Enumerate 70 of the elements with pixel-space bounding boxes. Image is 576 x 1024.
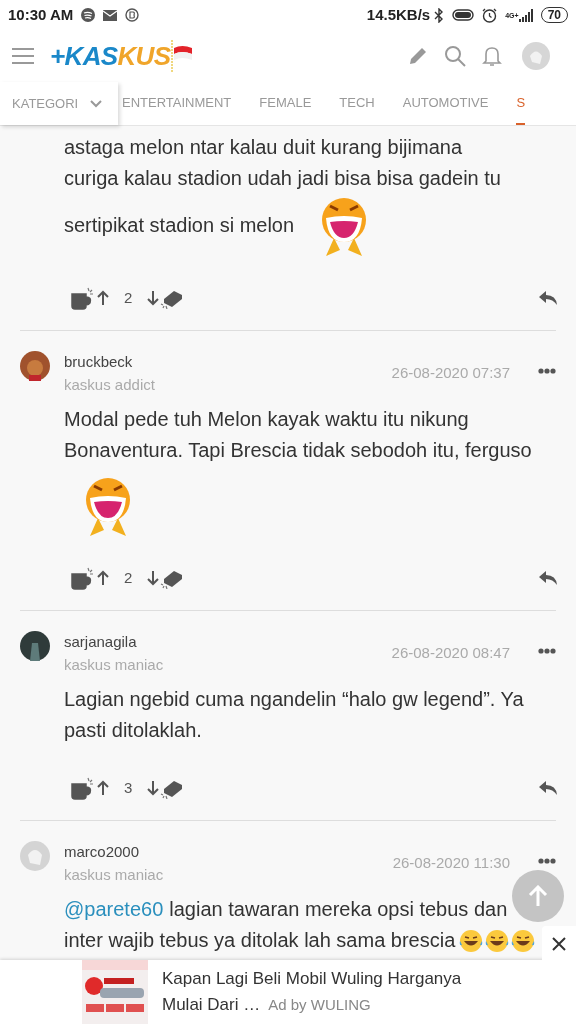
upvote-arrow-icon[interactable] xyxy=(96,570,110,586)
more-options-icon[interactable] xyxy=(538,368,556,374)
post-text-line: sertipikat stadion si melon xyxy=(64,212,295,238)
category-tab[interactable]: S xyxy=(516,82,526,125)
post-text-line: Bonaventura. Tapi Brescia tidak sebodoh itu, ferguso xyxy=(64,438,532,463)
status-time: 10:30 AM xyxy=(8,4,74,25)
post-text-line: astaga melon ntar kalau duit kurang bijimana xyxy=(64,135,463,160)
user-rank: kaskus maniac xyxy=(64,864,164,885)
search-icon[interactable] xyxy=(444,45,466,67)
laughing-emoji-icon xyxy=(485,928,510,953)
alarm-icon xyxy=(482,7,498,23)
laughing-emoji-icon xyxy=(511,928,536,953)
signal-icon xyxy=(518,8,533,22)
chevron-down-icon xyxy=(90,99,103,108)
more-options-icon[interactable] xyxy=(538,858,556,864)
post-date: 26-08-2020 07:37 xyxy=(391,363,510,383)
vote-count: 3 xyxy=(124,777,133,798)
cup-icon[interactable] xyxy=(70,776,96,800)
reply-icon[interactable] xyxy=(538,290,558,306)
downvote-arrow-icon[interactable] xyxy=(146,290,161,306)
ad-banner[interactable]: Kapan Lagi Beli Mobil Wuling Harganya Mulai Dari … Ad by WULING xyxy=(0,960,576,1024)
reply-icon[interactable] xyxy=(538,570,558,586)
category-tab[interactable]: ENTERTAINMENT xyxy=(122,82,232,125)
post-text-line: lagian tawaran mereka opsi tebus dan xyxy=(169,897,508,922)
vote-count: 2 xyxy=(124,287,133,308)
post-text-line: Modal pede tuh Melon kayak waktu itu nikung xyxy=(64,407,469,432)
more-options-icon[interactable] xyxy=(538,648,556,654)
avatar-icon[interactable] xyxy=(20,351,50,381)
category-tab[interactable]: AUTOMOTIVE xyxy=(402,82,489,125)
reply-icon[interactable] xyxy=(538,780,558,796)
downvote-arrow-icon[interactable] xyxy=(146,780,161,796)
upvote-arrow-icon[interactable] xyxy=(96,290,110,306)
vote-count: 2 xyxy=(124,567,133,588)
arrow-up-icon xyxy=(528,885,548,907)
user-rank: kaskus maniac xyxy=(64,654,164,675)
post-text-line: inter wajib tebus ya ditolak lah sama brescia xyxy=(64,928,456,953)
laughing-emoji-icon xyxy=(459,928,484,953)
category-tab[interactable]: FEMALE xyxy=(259,82,312,125)
bluetooth-icon xyxy=(434,7,445,23)
cup-icon[interactable] xyxy=(70,286,96,310)
category-dropdown[interactable]: KATEGORI xyxy=(0,82,118,125)
close-icon xyxy=(552,937,566,951)
close-ad-button[interactable] xyxy=(542,926,576,962)
ad-title[interactable]: Kapan Lagi Beli Mobil Wuling Harganya xyxy=(162,966,462,992)
music-app-icon xyxy=(81,8,96,22)
bell-icon[interactable] xyxy=(482,45,502,67)
post-date: 26-08-2020 08:47 xyxy=(391,643,510,663)
downvote-arrow-icon[interactable] xyxy=(146,570,161,586)
post-text-line: Lagian ngebid cuma ngandelin “halo gw legend”. Ya xyxy=(64,687,524,712)
category-tab[interactable]: TECH xyxy=(339,82,375,125)
avatar-icon[interactable] xyxy=(20,631,50,661)
upvote-arrow-icon[interactable] xyxy=(96,780,110,796)
post-date: 26-08-2020 11:30 xyxy=(392,853,510,873)
toggle-icon xyxy=(452,9,475,21)
username[interactable]: sarjanagila xyxy=(64,631,164,654)
user-rank: kaskus addict xyxy=(64,374,155,395)
post-text-line: pasti ditolaklah. xyxy=(64,718,202,743)
username[interactable]: bruckbeck xyxy=(64,351,155,374)
username[interactable]: marco2000 xyxy=(64,841,164,864)
pencil-icon[interactable] xyxy=(408,46,428,66)
menu-icon[interactable] xyxy=(12,47,34,65)
network-speed: 14.5KB/s xyxy=(366,4,431,25)
ad-source: Ad by WULING xyxy=(268,995,371,1015)
mail-icon xyxy=(103,9,118,21)
cup-icon[interactable] xyxy=(70,566,96,590)
post-text-line: curiga kalau stadion udah jadi bisa bisa gadein tu xyxy=(64,166,501,191)
chat-app-icon xyxy=(125,8,140,22)
kaskus-logo[interactable]: +KASKUS xyxy=(50,36,195,76)
ad-title[interactable]: Mulai Dari … xyxy=(162,992,261,1018)
mention-link[interactable]: @parete60 xyxy=(64,894,164,925)
